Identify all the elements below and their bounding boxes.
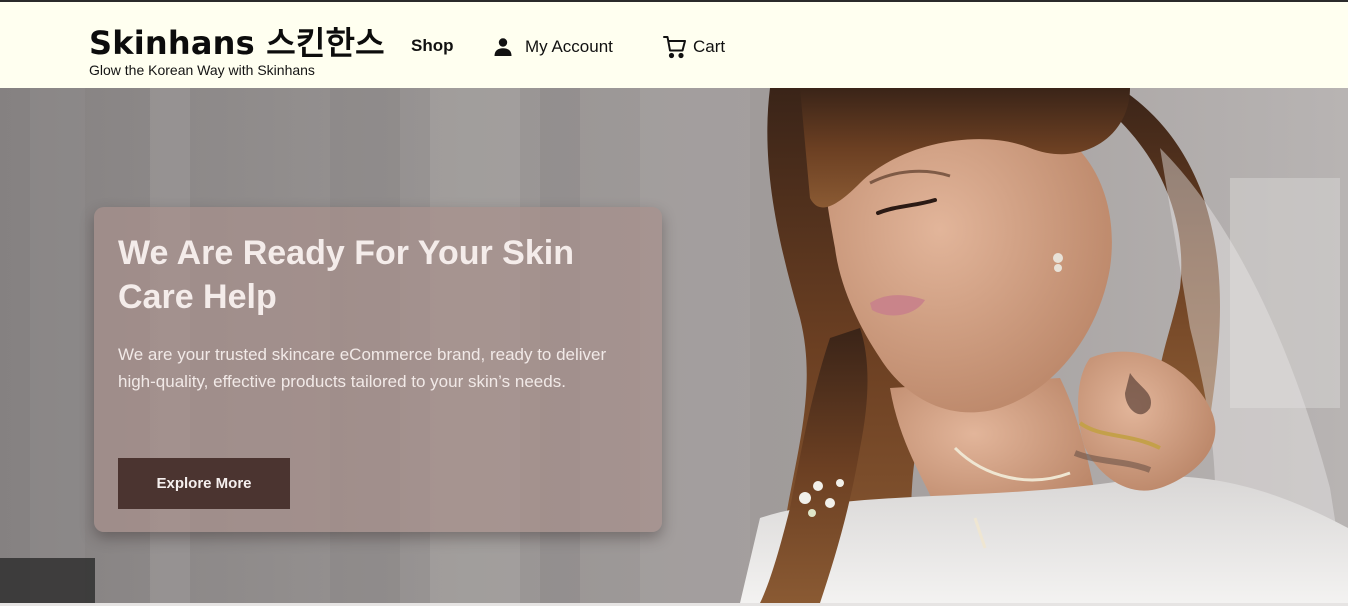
brand-logo[interactable]: Skinhans 스킨한스 <box>89 18 385 64</box>
user-icon <box>493 37 513 57</box>
site-header: Skinhans 스킨한스 Glow the Korean Way with S… <box>0 0 1348 88</box>
explore-more-button[interactable]: Explore More <box>118 458 290 509</box>
cart-icon <box>663 35 687 59</box>
nav-cart-link[interactable]: Cart <box>663 35 725 59</box>
nav-shop-link[interactable]: Shop <box>411 36 454 56</box>
nav-cart-label: Cart <box>693 37 726 56</box>
hero-section: We Are Ready For Your Skin Care Help We … <box>0 88 1348 603</box>
hero-heading: We Are Ready For Your Skin Care Help <box>118 234 574 316</box>
hero-card: We Are Ready For Your Skin Care Help We … <box>94 207 662 532</box>
hero-description: We are your trusted skincare eCommerce b… <box>118 345 607 391</box>
nav-account-link[interactable]: My Account <box>493 35 613 59</box>
brand-tagline: Glow the Korean Way with Skinhans <box>89 62 315 78</box>
nav-account-label: My Account <box>525 37 613 56</box>
